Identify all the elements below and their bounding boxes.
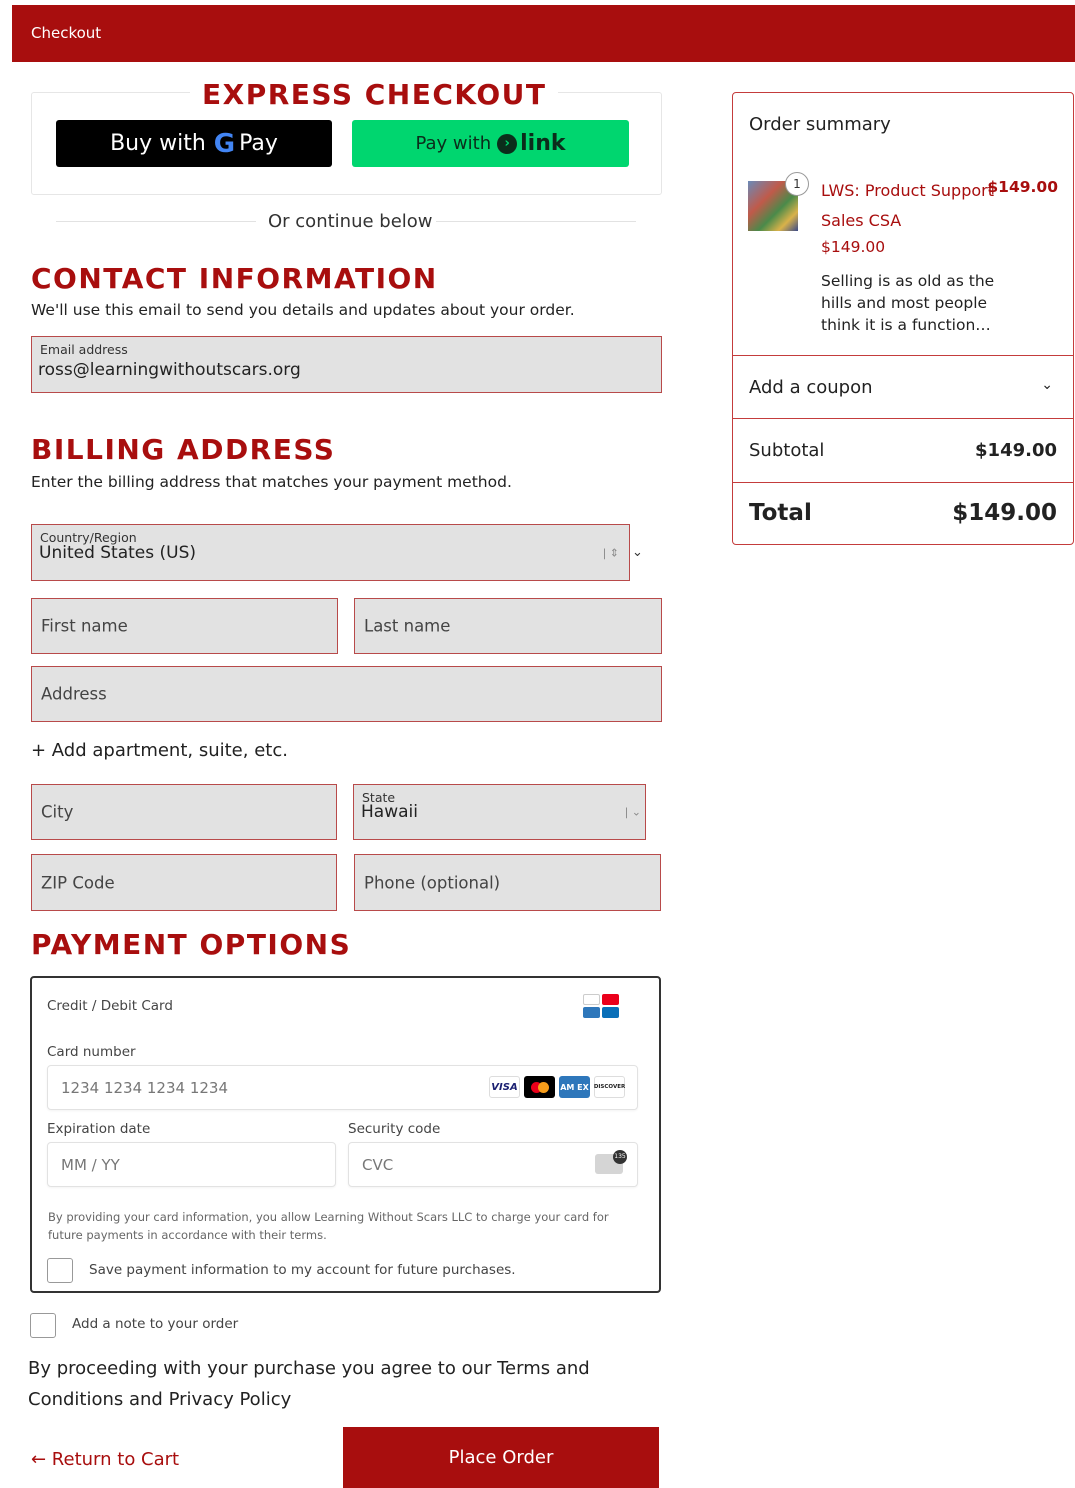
card-brand-logos: VISA AM EX DISCOVER: [489, 1076, 625, 1098]
cvc-placeholder: CVC: [362, 1156, 394, 1174]
mastercard-logo-icon: [524, 1076, 555, 1098]
summary-divider: [732, 482, 1074, 483]
cvc-label: Security code: [348, 1121, 441, 1137]
phone-field[interactable]: Phone (optional): [354, 854, 661, 911]
billing-subtitle: Enter the billing address that matches y…: [31, 473, 512, 491]
cvc-card-icon: [595, 1150, 627, 1174]
gpay-pay: Pay: [239, 131, 278, 156]
chevron-down-icon[interactable]: ⌄: [632, 545, 643, 560]
or-continue-text: Or continue below: [268, 211, 433, 232]
billing-title: BILLING ADDRESS: [31, 433, 336, 466]
last-name-field[interactable]: Last name: [354, 598, 662, 654]
add-apartment-link[interactable]: + Add apartment, suite, etc.: [31, 740, 288, 761]
order-summary-title: Order summary: [749, 114, 891, 135]
subtotal-value: $149.00: [975, 440, 1057, 461]
email-value: ross@learningwithoutscars.org: [38, 360, 301, 380]
save-payment-label: Save payment information to my account f…: [89, 1262, 516, 1278]
discover-logo-icon: DISCOVER: [594, 1076, 625, 1098]
last-name-placeholder: Last name: [364, 616, 451, 636]
payment-method-label: Credit / Debit Card: [47, 998, 173, 1014]
country-select[interactable]: Country/Region United States (US) | ⇕: [31, 524, 630, 581]
state-value: Hawaii: [361, 802, 418, 822]
gpay-prefix: Buy with: [110, 131, 206, 156]
card-number-placeholder: 1234 1234 1234 1234: [61, 1079, 228, 1097]
payment-box: Credit / Debit Card Card number 1234 123…: [30, 976, 661, 1293]
chevron-down-icon[interactable]: ⌄: [1041, 377, 1053, 393]
product-name[interactable]: LWS: Product Support Sales CSA: [821, 176, 996, 236]
chevron-down-icon: | ⌄: [624, 805, 641, 819]
city-placeholder: City: [41, 802, 74, 822]
order-summary-panel: Order summary 1 LWS: Product Support Sal…: [732, 92, 1074, 545]
address-field[interactable]: Address: [31, 666, 662, 722]
header-bar: Checkout: [12, 5, 1075, 62]
expiry-label: Expiration date: [47, 1121, 151, 1137]
link-pay-button[interactable]: Pay with › link: [352, 120, 629, 167]
product-description: Selling is as old as the hills and most …: [821, 272, 995, 334]
city-field[interactable]: City: [31, 784, 337, 840]
country-value: United States (US): [39, 543, 197, 563]
visa-logo-icon: VISA: [489, 1076, 520, 1098]
zip-placeholder: ZIP Code: [41, 873, 115, 892]
first-name-field[interactable]: First name: [31, 598, 338, 654]
phone-placeholder: Phone (optional): [364, 873, 501, 892]
email-field[interactable]: Email address ross@learningwithoutscars.…: [31, 336, 662, 393]
product-line-total: $149.00: [987, 178, 1058, 196]
contact-title: CONTACT INFORMATION: [31, 262, 438, 295]
link-arrow-icon: ›: [497, 133, 518, 154]
add-coupon-toggle[interactable]: Add a coupon: [749, 377, 873, 398]
google-pay-button[interactable]: Buy with G Pay: [56, 120, 332, 167]
divider-left: [56, 221, 256, 222]
total-label: Total: [749, 500, 812, 526]
quantity-badge: 1: [785, 172, 809, 196]
google-g-icon: G: [213, 128, 236, 159]
link-prefix: Pay with: [415, 133, 492, 154]
order-note-checkbox[interactable]: [30, 1313, 56, 1338]
card-number-label: Card number: [47, 1044, 136, 1060]
express-checkout-title: EXPRESS CHECKOUT: [190, 78, 559, 111]
page-title: Checkout: [31, 24, 102, 42]
expiry-placeholder: MM / YY: [61, 1156, 120, 1174]
order-note-label: Add a note to your order: [72, 1316, 239, 1332]
cvc-input[interactable]: CVC: [348, 1142, 638, 1187]
email-label: Email address: [40, 342, 128, 357]
summary-divider: [732, 418, 1074, 419]
save-payment-checkbox[interactable]: [47, 1258, 73, 1283]
place-order-button[interactable]: Place Order: [343, 1427, 659, 1488]
divider-right: [436, 221, 636, 222]
subtotal-label: Subtotal: [749, 440, 825, 461]
zip-field[interactable]: ZIP Code: [31, 854, 337, 911]
product-price: $149.00: [821, 238, 886, 256]
amex-logo-icon: AM EX: [559, 1076, 590, 1098]
summary-divider: [732, 355, 1074, 356]
state-select[interactable]: State Hawaii | ⌄: [353, 784, 646, 840]
total-value: $149.00: [952, 500, 1057, 526]
payment-title: PAYMENT OPTIONS: [31, 928, 352, 961]
contact-subtitle: We'll use this email to send you details…: [31, 301, 575, 319]
select-arrows-icon: | ⇕: [602, 546, 619, 559]
first-name-placeholder: First name: [41, 616, 128, 636]
card-number-input[interactable]: 1234 1234 1234 1234 VISA AM EX DISCOVER: [47, 1065, 638, 1110]
address-placeholder: Address: [41, 684, 107, 704]
card-consent-text: By providing your card information, you …: [48, 1210, 609, 1242]
expiry-input[interactable]: MM / YY: [47, 1142, 336, 1187]
agreement-text: By proceeding with your purchase you agr…: [28, 1358, 590, 1410]
return-to-cart-link[interactable]: ← Return to Cart: [31, 1449, 179, 1470]
credit-card-icon: [583, 994, 619, 1020]
link-word: link: [520, 131, 566, 156]
